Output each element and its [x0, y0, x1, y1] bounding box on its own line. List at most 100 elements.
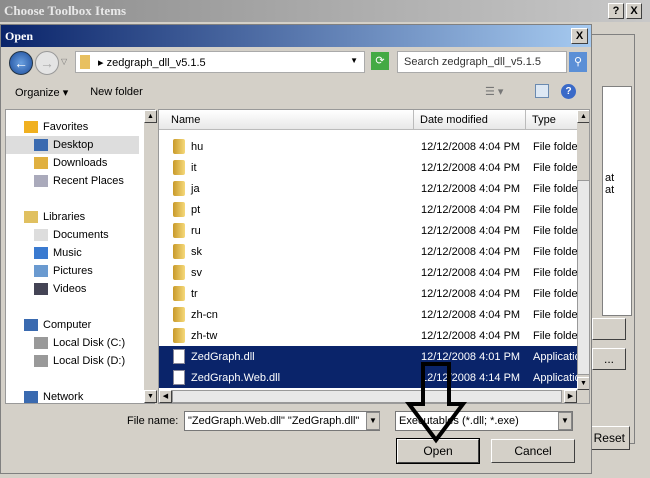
- search-icon[interactable]: ⚲: [569, 52, 587, 72]
- address-bar[interactable]: ▸ zedgraph_dll_v5.1.5 ▼: [75, 51, 365, 73]
- file-type: File folder: [533, 267, 582, 279]
- folder-icon: [173, 307, 185, 322]
- scroll-left-icon[interactable]: ◀: [159, 390, 172, 403]
- nav-item[interactable]: Desktop: [6, 136, 139, 154]
- nav-item-label: Videos: [53, 283, 87, 295]
- column-date-modified[interactable]: Date modified: [414, 110, 526, 130]
- outer-close-button[interactable]: X: [626, 3, 642, 19]
- file-row[interactable]: tr 12/12/2008 4:04 PM File folder: [159, 283, 581, 304]
- nav-item[interactable]: Computer: [6, 316, 139, 334]
- file-date: 12/12/2008 4:04 PM: [421, 162, 521, 174]
- scroll-thumb[interactable]: [577, 180, 589, 375]
- column-name[interactable]: Name: [159, 110, 414, 130]
- help-button[interactable]: ?: [608, 3, 624, 19]
- file-row[interactable]: ZedGraph.dll 12/12/2008 4:01 PM Applicat…: [159, 346, 589, 367]
- disk-icon: [34, 337, 48, 349]
- scroll-down-icon[interactable]: ▼: [144, 390, 157, 403]
- nav-item[interactable]: Videos: [6, 280, 139, 298]
- cancel-button[interactable]: Cancel: [491, 439, 575, 463]
- folder-icon: [173, 286, 185, 301]
- scroll-up-icon[interactable]: ▲: [144, 110, 157, 123]
- recent-chevron-icon[interactable]: ▽: [61, 57, 67, 66]
- file-row[interactable]: it 12/12/2008 4:04 PM File folder: [159, 157, 581, 178]
- nav-item-label: Favorites: [43, 121, 89, 133]
- network-icon: [24, 391, 38, 403]
- file-row[interactable]: zh-tw 12/12/2008 4:04 PM File folder: [159, 325, 581, 346]
- file-type: File folder: [533, 309, 582, 321]
- nav-item[interactable]: Music: [6, 244, 139, 262]
- file-type: File folder: [533, 330, 582, 342]
- file-type: File folder: [533, 183, 582, 195]
- forward-arrow-icon[interactable]: →: [35, 51, 59, 75]
- background-list: at at: [602, 86, 632, 316]
- view-options-icon[interactable]: ☰ ▾: [485, 85, 503, 98]
- file-row[interactable]: pt 12/12/2008 4:04 PM File folder: [159, 199, 581, 220]
- open-close-button[interactable]: X: [571, 28, 588, 44]
- nav-item[interactable]: Pictures: [6, 262, 139, 280]
- nav-item[interactable]: Recent Places: [6, 172, 139, 190]
- hscroll-thumb[interactable]: [172, 390, 562, 403]
- nav-item[interactable]: Downloads: [6, 154, 139, 172]
- file-type: File folder: [533, 288, 582, 300]
- file-row[interactable]: ZedGraph.Web.dll 12/12/2008 4:14 PM Appl…: [159, 367, 589, 388]
- folder-icon: [173, 139, 185, 154]
- disk-icon: [34, 355, 48, 367]
- file-date: 12/12/2008 4:04 PM: [421, 204, 521, 216]
- folder-icon: [173, 202, 185, 217]
- file-row[interactable]: ru 12/12/2008 4:04 PM File folder: [159, 220, 581, 241]
- scroll-down-icon[interactable]: ▼: [577, 377, 589, 390]
- scroll-right-icon[interactable]: ▶: [564, 390, 577, 403]
- file-type: File folder: [533, 204, 582, 216]
- background-button[interactable]: [592, 318, 626, 340]
- file-row[interactable]: hu 12/12/2008 4:04 PM File folder: [159, 136, 581, 157]
- folder-icon: [173, 265, 185, 280]
- scroll-up-icon[interactable]: ▲: [577, 110, 589, 123]
- file-row[interactable]: sv 12/12/2008 4:04 PM File folder: [159, 262, 581, 283]
- file-name-dropdown-icon[interactable]: ▼: [366, 412, 380, 430]
- file-row[interactable]: zh-cn 12/12/2008 4:04 PM File folder: [159, 304, 581, 325]
- file-type-dropdown-icon[interactable]: ▼: [558, 412, 572, 430]
- nav-item-label: Local Disk (D:): [53, 355, 126, 367]
- nav-item-label: Computer: [43, 319, 92, 331]
- nav-item[interactable]: Favorites: [6, 118, 139, 136]
- new-folder-button[interactable]: New folder: [90, 86, 143, 100]
- file-name-input[interactable]: "ZedGraph.Web.dll" "ZedGraph.dll": [184, 411, 380, 431]
- documents-icon: [34, 229, 48, 241]
- down-arrow-annotation-icon: [405, 362, 467, 444]
- refresh-icon[interactable]: ⟳: [371, 52, 389, 70]
- bg-text: at: [605, 184, 615, 196]
- nav-item-label: Desktop: [53, 139, 94, 151]
- nav-scrollbar[interactable]: ▲ ▼: [144, 110, 157, 403]
- back-arrow-icon[interactable]: ←: [9, 51, 33, 75]
- outer-dialog-title: Choose Toolbox Items: [0, 0, 650, 22]
- preview-pane-icon[interactable]: [535, 84, 549, 98]
- address-dropdown-icon[interactable]: ▼: [350, 56, 358, 65]
- organize-button[interactable]: Organize ▾: [15, 86, 68, 100]
- nav-item[interactable]: Local Disk (D:): [6, 352, 139, 370]
- file-name: zh-tw: [191, 330, 218, 342]
- file-name: ru: [191, 225, 201, 237]
- file-row[interactable]: ja 12/12/2008 4:04 PM File folder: [159, 178, 581, 199]
- libraries-icon: [24, 211, 38, 223]
- help-icon[interactable]: ?: [561, 84, 576, 99]
- nav-item[interactable]: Documents: [6, 226, 139, 244]
- file-row[interactable]: sk 12/12/2008 4:04 PM File folder: [159, 241, 581, 262]
- file-date: 12/12/2008 4:04 PM: [421, 330, 521, 342]
- file-date: 12/12/2008 4:04 PM: [421, 183, 521, 195]
- nav-item[interactable]: Local Disk (C:): [6, 334, 139, 352]
- open-dialog-title: Open: [1, 25, 591, 47]
- nav-item[interactable]: Libraries: [6, 208, 139, 226]
- nav-item-label: Downloads: [53, 157, 108, 169]
- downloads-icon: [34, 157, 48, 169]
- music-icon: [34, 247, 48, 259]
- column-header: Name Date modified Type: [159, 110, 586, 130]
- breadcrumb-path[interactable]: zedgraph_dll_v5.1.5: [107, 57, 206, 69]
- vertical-scrollbar[interactable]: ▲ ▼: [577, 110, 589, 390]
- nav-item[interactable]: Network: [6, 388, 139, 406]
- horizontal-scrollbar[interactable]: ◀ ▶: [159, 390, 589, 403]
- browse-button[interactable]: ...: [592, 348, 626, 370]
- folder-icon: [173, 223, 185, 238]
- search-input[interactable]: Search zedgraph_dll_v5.1.5: [397, 51, 567, 73]
- file-date: 12/12/2008 4:04 PM: [421, 246, 521, 258]
- nav-item-label: Local Disk (C:): [53, 337, 126, 349]
